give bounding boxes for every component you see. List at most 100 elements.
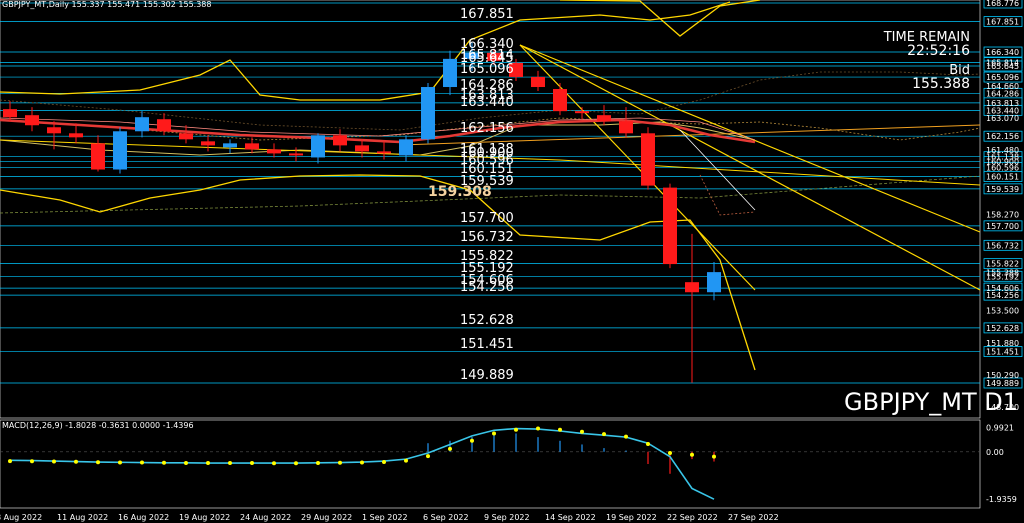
price-tick-label: 153.500 — [986, 306, 1019, 315]
macd-tick-label: -1.9359 — [986, 495, 1017, 504]
date-tick-label: 6 Sep 2022 — [423, 513, 469, 522]
price-tick-label: 159.539 — [986, 185, 1019, 194]
macd-dot — [690, 452, 694, 457]
macd-dot — [360, 460, 364, 465]
price-tick-label: 160.151 — [986, 173, 1019, 182]
macd-dot — [74, 459, 78, 464]
bid-value: 155.388 — [912, 76, 970, 92]
price-tick-label: 163.070 — [986, 114, 1019, 123]
macd-dot — [404, 458, 408, 463]
macd-dot — [382, 460, 386, 465]
bear-candle-body — [245, 143, 259, 150]
macd-dot — [140, 460, 144, 465]
bear-candle-body — [641, 133, 655, 186]
bear-candle-body — [355, 145, 369, 152]
bear-candle-body — [91, 143, 105, 170]
macd-dot — [514, 427, 518, 432]
price-tick-label: 160.596 — [986, 164, 1019, 173]
bull-candle-body — [135, 117, 149, 132]
date-tick-label: 16 Aug 2022 — [118, 513, 169, 522]
bear-candle-body — [377, 151, 391, 154]
date-tick-label: 8 Aug 2022 — [0, 513, 42, 522]
macd-dot — [470, 438, 474, 443]
macd-dot — [96, 460, 100, 465]
upper-band-2 — [559, 0, 761, 37]
bull-candle-body — [311, 135, 325, 158]
price-tick-label: 155.822 — [986, 260, 1019, 269]
level-label: 165.096 — [460, 62, 514, 78]
date-tick-label: 24 Aug 2022 — [240, 513, 291, 522]
date-tick-label: 22 Sep 2022 — [667, 513, 718, 522]
bear-candle-body — [553, 89, 567, 112]
price-tick-label: 156.732 — [986, 241, 1019, 250]
price-tick-label: 167.851 — [986, 18, 1019, 27]
price-tick-label: 164.286 — [986, 89, 1019, 98]
macd-dot — [294, 461, 298, 466]
symbol-label: GBPJPY_MT D1 — [844, 388, 1018, 416]
macd-dot — [228, 461, 232, 466]
price-tick-label: 165.096 — [986, 73, 1019, 82]
date-tick-label: 1 Sep 2022 — [362, 513, 408, 522]
macd-dot — [184, 461, 188, 466]
date-tick-label: 29 Aug 2022 — [301, 513, 352, 522]
price-tick-label: 152.628 — [986, 324, 1019, 333]
macd-dot — [162, 460, 166, 465]
bear-candle-body — [531, 76, 545, 88]
level-label: 154.256 — [460, 280, 514, 296]
level-label: 157.700 — [460, 210, 514, 226]
macd-info: MACD(12,26,9) -1.8028 -0.3631 0.0000 -1.… — [2, 421, 194, 430]
level-label: 163.440 — [460, 95, 514, 111]
macd-dot — [536, 426, 540, 431]
macd-dot — [602, 432, 606, 437]
chart-window: 168.776 167.851 166.340 165.814 165.645 165.0… — [0, 0, 1024, 523]
level-label: 168.776 — [460, 0, 514, 3]
price-tick-label: 165.645 — [986, 62, 1019, 71]
macd-tick-label: 0.9921 — [986, 424, 1014, 433]
macd-dot — [272, 461, 276, 466]
price-tick-label: 151.451 — [986, 348, 1019, 357]
price-tick-label: 149.889 — [986, 379, 1019, 388]
bear-candle-body — [157, 119, 171, 132]
macd-dot — [558, 427, 562, 432]
level-label: 151.451 — [460, 336, 514, 352]
bear-candle-body — [289, 153, 303, 156]
bear-candle-body — [25, 115, 39, 126]
date-tick-label: 14 Sep 2022 — [545, 513, 596, 522]
price-tick-label: 162.156 — [986, 132, 1019, 141]
date-tick-label: 27 Sep 2022 — [728, 513, 779, 522]
level-label: 156.732 — [460, 230, 514, 246]
bull-candle-body — [443, 58, 457, 88]
price-tick-label: 168.776 — [986, 0, 1019, 8]
level-label: 149.889 — [460, 368, 514, 383]
price-tick-label: 158.270 — [986, 210, 1019, 219]
bull-candle-body — [421, 87, 435, 140]
date-tick-label: 19 Aug 2022 — [179, 513, 230, 522]
macd-dot — [8, 459, 12, 464]
bear-candle-body — [597, 115, 611, 122]
price-tick-label: 166.340 — [986, 48, 1019, 57]
level-label: 167.851 — [460, 6, 514, 22]
time-remain-value: 22:52:16 — [907, 43, 970, 59]
macd-pane-frame — [0, 419, 981, 509]
macd-dot — [492, 431, 496, 436]
level-label: 162.156 — [460, 121, 514, 137]
bull-candle-body — [113, 131, 127, 170]
macd-dot — [30, 459, 34, 464]
macd-dot — [426, 454, 430, 459]
bear-candle-body — [685, 282, 699, 293]
bear-candle-body — [47, 127, 61, 134]
bull-candle-body — [223, 143, 237, 148]
date-tick-label: 11 Aug 2022 — [57, 513, 108, 522]
price-tick-label: 154.256 — [986, 291, 1019, 300]
bear-candle-body — [333, 135, 347, 146]
macd-dot — [668, 451, 672, 455]
symbol-info: GBPJPY_MT,Daily 155.337 155.471 155.302 … — [2, 0, 212, 9]
price-tick-label: 155.192 — [986, 272, 1019, 281]
bear-candle-body — [201, 141, 215, 146]
macd-dot — [338, 460, 342, 465]
macd-dot — [250, 461, 254, 466]
bear-candle-body — [69, 133, 83, 138]
bear-candle-body — [575, 111, 589, 114]
date-tick-label: 19 Sep 2022 — [606, 513, 657, 522]
macd-tick-label: 0.00 — [986, 448, 1004, 457]
